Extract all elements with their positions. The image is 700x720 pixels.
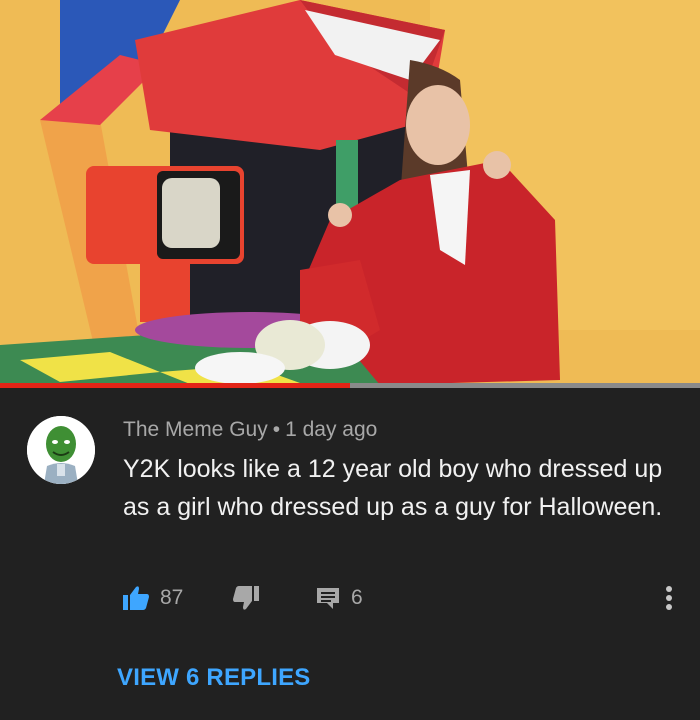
meta-separator: • (272, 418, 281, 441)
like-count: 87 (160, 586, 184, 609)
reply-button[interactable]: 6 (315, 580, 363, 616)
comment-reply-icon (317, 588, 339, 609)
view-replies-link[interactable]: VIEW 6 REPLIES (117, 664, 311, 692)
comment-timestamp: 1 day ago (285, 418, 378, 441)
reply-count: 6 (351, 586, 363, 609)
avatar-image (27, 416, 95, 484)
thumbs-down-icon (233, 586, 259, 610)
like-button[interactable]: 87 (122, 580, 183, 616)
video-frame-image (0, 0, 700, 388)
avatar[interactable] (27, 416, 95, 484)
comment-actions: 87 6 (0, 580, 700, 616)
video-thumbnail[interactable] (0, 0, 700, 388)
thumbs-up-icon (123, 586, 149, 610)
comment-card: The Meme Guy • 1 day ago Y2K looks like a … (0, 388, 700, 720)
comment-text: Y2K looks like a 12 year old boy who dre… (123, 455, 663, 521)
dislike-button[interactable] (232, 580, 260, 616)
more-vertical-icon (666, 586, 672, 610)
comment-meta: The Meme Guy • 1 day ago (123, 418, 377, 442)
more-options-button[interactable] (660, 580, 678, 616)
comment-author[interactable]: The Meme Guy (123, 418, 268, 441)
